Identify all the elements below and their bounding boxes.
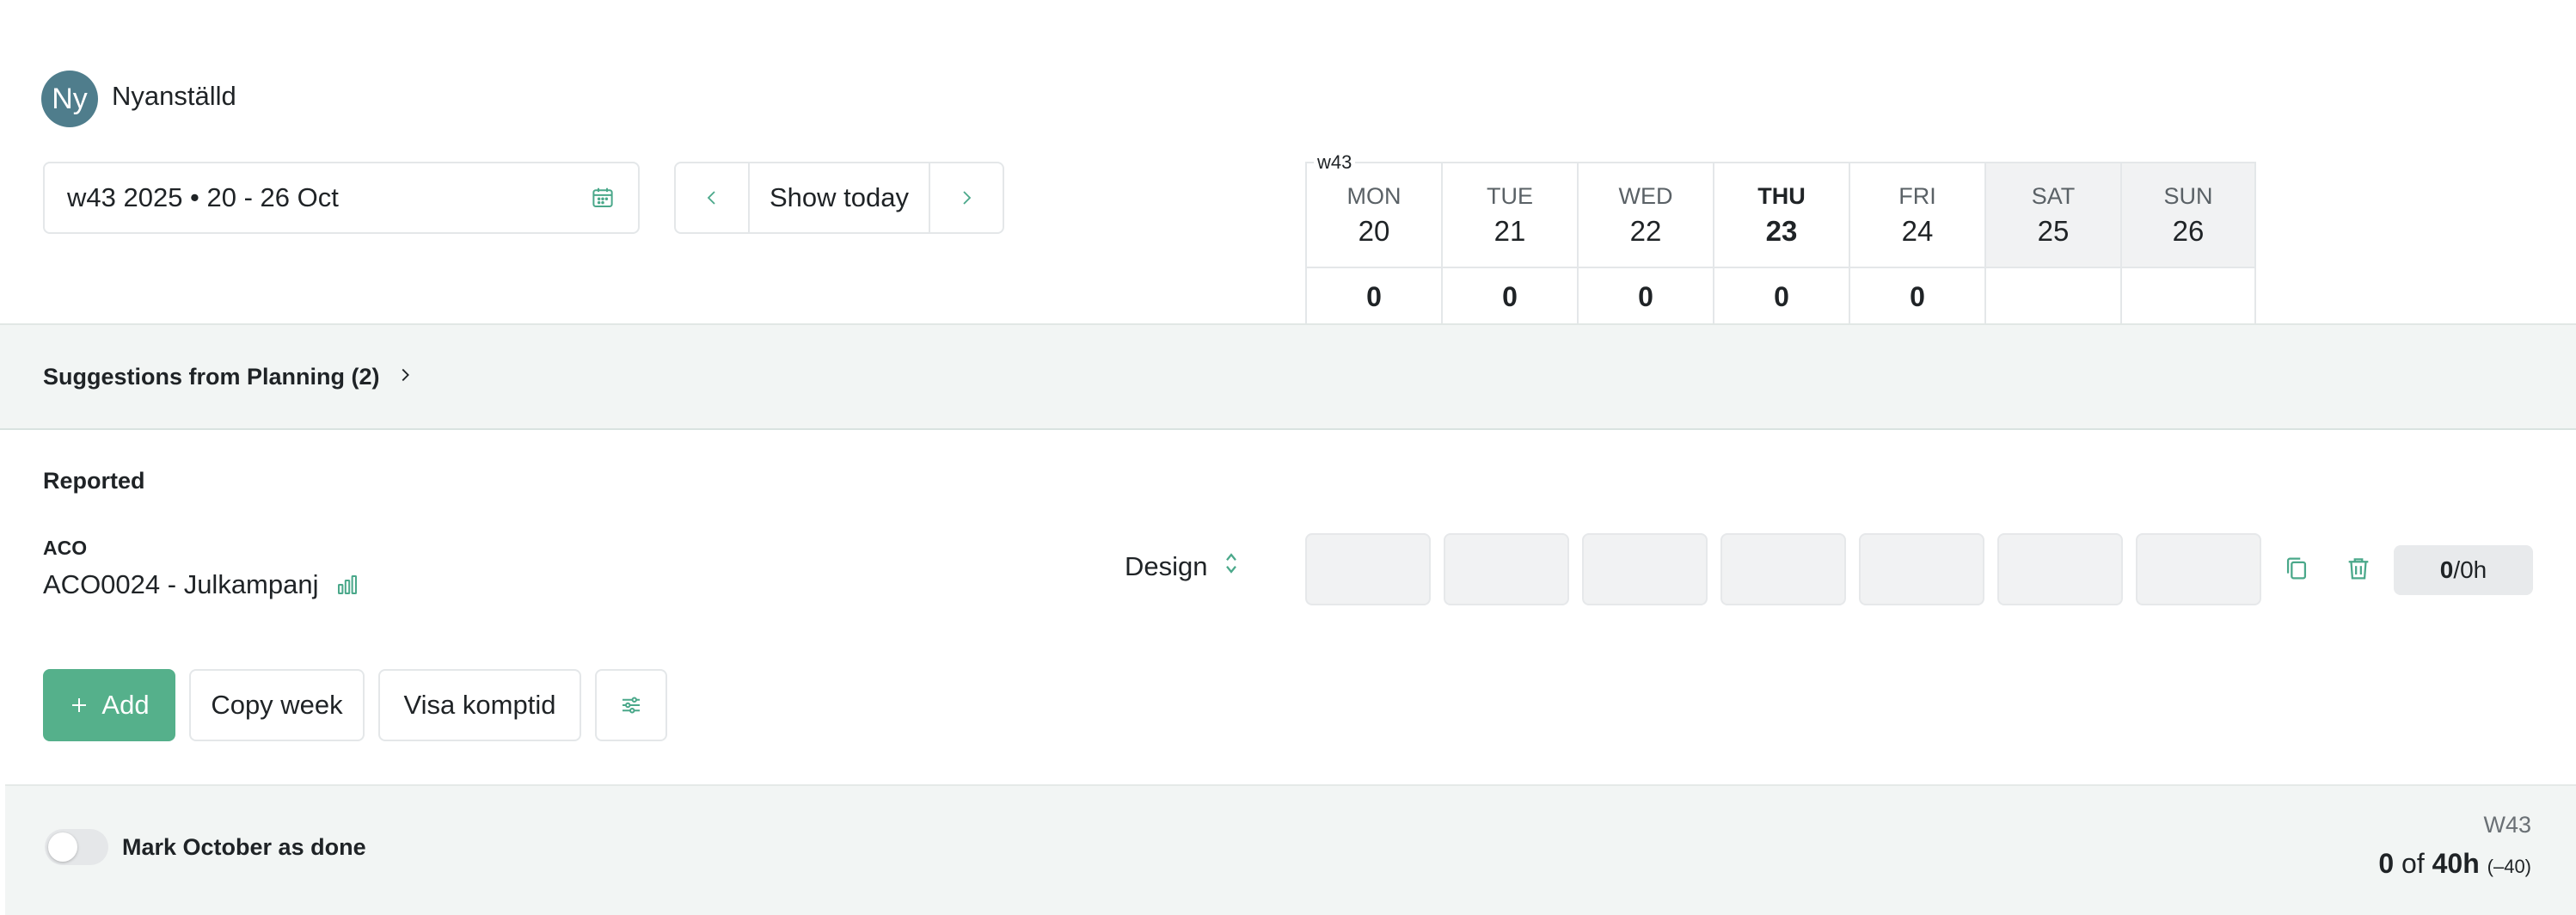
sliders-icon (623, 697, 640, 714)
day-column-mon: MON 20 0 (1305, 163, 1441, 325)
mark-done-toggle[interactable] (45, 829, 108, 865)
day-column-tue: TUE 21 0 (1441, 163, 1577, 325)
chevron-right-icon (963, 191, 972, 205)
row-client: ACO (43, 537, 88, 559)
day-name: MON (1346, 182, 1401, 209)
day-total: 0 (1502, 280, 1518, 312)
week-days-header: MON 20 0 TUE 21 0 WED 22 0 THU 23 0 FRI 24 0 … (1305, 162, 2256, 325)
add-button-label: Add (101, 690, 150, 720)
suggestions-bar[interactable]: Suggestions from Planning (2) (0, 323, 2576, 430)
calendar-icon[interactable] (590, 185, 616, 211)
sort-arrows-icon (1222, 550, 1241, 582)
previous-week-button[interactable] (676, 163, 748, 232)
day-number: 21 (1493, 214, 1526, 247)
plus-icon (69, 687, 89, 723)
day-total: 0 (1774, 280, 1789, 312)
footer-delta: (–40) (2487, 856, 2531, 877)
hour-input-fri[interactable] (1859, 533, 1984, 605)
week-navigation: Show today (674, 162, 1004, 234)
row-project: ACO0024 - Julkampanj (43, 569, 360, 600)
copy-week-button[interactable]: Copy week (189, 669, 365, 741)
footer-week-total: 0 of 40h (–40) (2378, 848, 2531, 880)
day-column-thu: THU 23 0 (1713, 163, 1849, 325)
row-total-value: 0 (2439, 556, 2454, 583)
trash-icon[interactable] (2344, 554, 2373, 583)
hour-inputs (1305, 533, 2261, 605)
settings-button[interactable] (595, 669, 667, 741)
hour-input-mon[interactable] (1305, 533, 1431, 605)
next-week-button[interactable] (930, 163, 1003, 232)
day-name: TUE (1487, 182, 1533, 209)
mark-done-label: Mark October as done (122, 834, 366, 860)
day-column-fri: FRI 24 0 (1849, 163, 1984, 325)
avatar[interactable]: Ny (41, 71, 98, 127)
day-total: 0 (1366, 280, 1382, 312)
row-total: 0/0h (2394, 545, 2533, 595)
hour-input-sat[interactable] (1997, 533, 2123, 605)
row-total-suffix: /0h (2453, 556, 2487, 583)
day-number: 23 (1765, 214, 1798, 247)
user-name: Nyanställd (112, 81, 236, 111)
day-column-sat: SAT 25 (1984, 163, 2120, 325)
hour-input-sun[interactable] (2136, 533, 2261, 605)
day-number: 25 (2037, 214, 2070, 247)
suggestions-label: Suggestions from Planning (2) (43, 363, 380, 390)
chevron-right-icon (396, 362, 414, 391)
day-total: 0 (1638, 280, 1653, 312)
activity-value: Design (1125, 550, 1208, 581)
footer-reported-hours: 0 (2378, 848, 2395, 879)
hour-input-wed[interactable] (1582, 533, 1708, 605)
bar-chart-icon[interactable] (334, 572, 360, 598)
show-today-button[interactable]: Show today (748, 163, 930, 232)
day-total (1986, 268, 2120, 325)
day-name: THU (1757, 182, 1806, 209)
day-name: SAT (2031, 182, 2076, 209)
week-picker[interactable]: w43 2025 • 20 - 26 Oct (43, 162, 640, 234)
footer-week-label: W43 (2483, 812, 2531, 838)
day-total: 0 (1910, 280, 1925, 312)
day-number: 20 (1358, 214, 1390, 247)
footer-of: of (2401, 848, 2425, 879)
day-number: 22 (1629, 214, 1662, 247)
visa-komptid-button[interactable]: Visa komptid (378, 669, 581, 741)
day-name: WED (1618, 182, 1673, 209)
day-name: FRI (1898, 182, 1936, 209)
day-number: 24 (1901, 214, 1934, 247)
reported-heading: Reported (43, 468, 145, 494)
copy-icon[interactable] (2282, 554, 2311, 583)
week-number-label: w43 (1314, 151, 1356, 174)
add-button[interactable]: Add (43, 669, 175, 741)
activity-select[interactable]: Design (1125, 550, 1241, 582)
day-name: SUN (2163, 182, 2213, 209)
day-number: 26 (2172, 214, 2205, 247)
day-column-wed: WED 22 0 (1577, 163, 1713, 325)
toggle-knob (48, 832, 77, 862)
hour-input-thu[interactable] (1720, 533, 1846, 605)
chevron-left-icon (707, 191, 715, 205)
day-total (2122, 268, 2254, 325)
row-project-name: ACO0024 - Julkampanj (43, 569, 319, 599)
footer-bar (5, 784, 2576, 915)
week-picker-value: w43 2025 • 20 - 26 Oct (67, 182, 339, 212)
day-column-sun: SUN 26 (2120, 163, 2256, 325)
footer-target-hours: 40h (2432, 848, 2480, 879)
hour-input-tue[interactable] (1444, 533, 1569, 605)
